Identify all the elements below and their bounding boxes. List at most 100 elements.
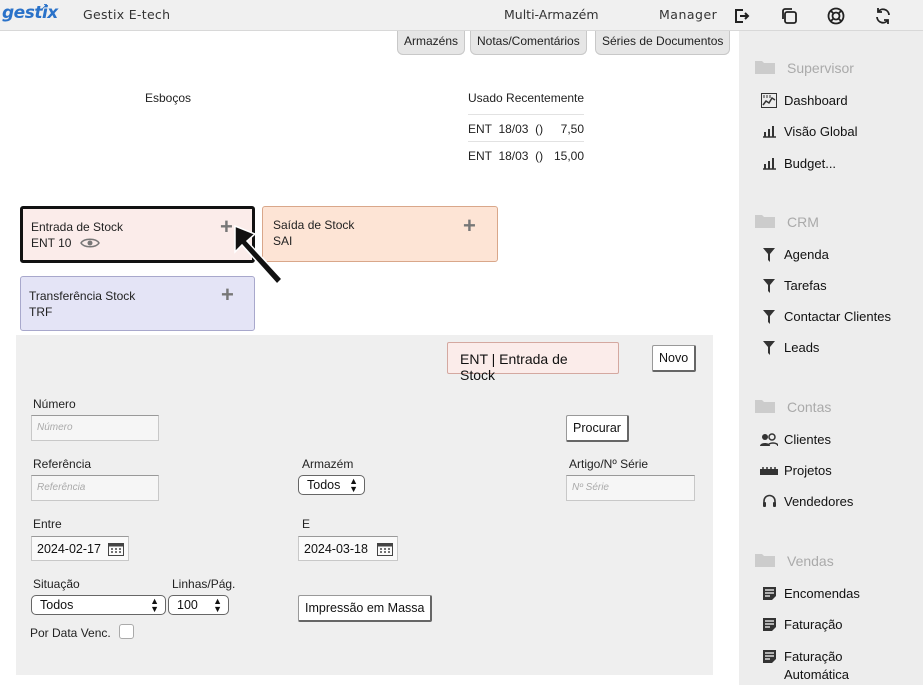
sidebar-item-label: Clientes bbox=[784, 432, 831, 447]
folder-icon bbox=[754, 58, 776, 78]
sidebar-item-agenda[interactable]: Agenda bbox=[760, 247, 829, 262]
top-bar: gestix ↗ Gestix E-tech Multi-Armazém Man… bbox=[0, 0, 923, 31]
gestix-logo[interactable]: gestix bbox=[2, 3, 58, 23]
users-icon bbox=[760, 433, 778, 446]
recent-title: Usado Recentemente bbox=[468, 91, 585, 105]
sidebar-section-title: Vendas bbox=[787, 553, 834, 569]
sidebar-item-label: Encomendas bbox=[784, 586, 860, 601]
sidebar-item-label: Dashboard bbox=[784, 93, 848, 108]
to-date-input[interactable]: 2024-03-18 bbox=[298, 536, 398, 561]
article-serial-label: Artigo/Nº Série bbox=[569, 457, 649, 471]
sidebar-section-supervisor[interactable]: Supervisor bbox=[754, 58, 854, 78]
sidebar-item-label: Budget... bbox=[784, 156, 837, 171]
filter-icon bbox=[760, 247, 778, 262]
due-date-label: Por Data Venc. bbox=[30, 626, 111, 640]
sidebar-item-vendedores[interactable]: Vendedores bbox=[760, 494, 853, 509]
sidebar-item-clientes[interactable]: Clientes bbox=[760, 432, 831, 447]
card-transferencia-stock[interactable]: Transferência Stock TRF + bbox=[20, 276, 255, 331]
filter-icon bbox=[760, 340, 778, 355]
sidebar-section-title: Contas bbox=[787, 399, 832, 415]
bar-chart-icon bbox=[760, 125, 778, 138]
sidebar-item-faturacao[interactable]: Faturação bbox=[760, 617, 843, 632]
recent-row-value: 15,00 bbox=[553, 149, 584, 163]
headset-icon bbox=[760, 494, 778, 509]
lines-per-page-label: Linhas/Pág. bbox=[172, 577, 236, 591]
bulk-print-button[interactable]: Impressão em Massa bbox=[298, 595, 433, 622]
user-name[interactable]: Manager bbox=[659, 7, 717, 22]
sidebar-item-label: Projetos bbox=[784, 463, 832, 478]
from-date-label: Entre bbox=[33, 517, 62, 531]
reference-input[interactable]: Referência bbox=[31, 475, 159, 501]
dashboard-chart-icon bbox=[760, 93, 778, 108]
sidebar-item-label: Agenda bbox=[784, 247, 829, 262]
card-code: TRF bbox=[29, 305, 53, 319]
document-icon bbox=[760, 587, 778, 600]
status-label: Situação bbox=[33, 577, 80, 591]
recent-row-value: 7,50 bbox=[560, 122, 584, 136]
sidebar-section-contas[interactable]: Contas bbox=[754, 397, 831, 417]
number-label: Número bbox=[33, 397, 76, 411]
logo-swoosh-icon: ↗ bbox=[40, 2, 49, 13]
sidebar-item-faturacao-automatica[interactable]: Faturação Automática bbox=[760, 648, 910, 684]
folder-icon bbox=[754, 212, 776, 232]
recent-row-text: ENT 18/03 () bbox=[468, 149, 544, 163]
sidebar-item-visao-global[interactable]: Visão Global bbox=[760, 124, 857, 139]
sidebar-item-label: Visão Global bbox=[784, 124, 858, 139]
add-saida-stock-icon[interactable]: + bbox=[463, 215, 476, 237]
calendar-icon[interactable] bbox=[108, 542, 124, 559]
card-code: SAI bbox=[273, 234, 293, 248]
sidebar-section-crm[interactable]: CRM bbox=[754, 212, 819, 232]
sidebar-item-projetos[interactable]: Projetos bbox=[760, 463, 832, 478]
lines-per-page-select[interactable]: 100 ▲ ▼ bbox=[168, 595, 229, 615]
search-button[interactable]: Procurar bbox=[566, 415, 629, 442]
number-input[interactable]: Número bbox=[31, 415, 159, 441]
sidebar-section-title: Supervisor bbox=[787, 60, 854, 76]
sidebar-item-tarefas[interactable]: Tarefas bbox=[760, 278, 827, 293]
help-lifebuoy-icon[interactable] bbox=[825, 5, 847, 27]
sidebar-section-title: CRM bbox=[787, 214, 819, 230]
sidebar-item-leads[interactable]: Leads bbox=[760, 340, 819, 355]
logout-icon[interactable] bbox=[731, 5, 753, 27]
card-saida-stock[interactable]: Saída de Stock SAI + bbox=[262, 206, 498, 262]
sidebar-item-encomendas[interactable]: Encomendas bbox=[760, 586, 860, 601]
due-date-checkbox[interactable] bbox=[119, 624, 134, 639]
calendar-icon[interactable] bbox=[377, 542, 393, 559]
warehouse-select[interactable]: Todos ▲ ▼ bbox=[298, 475, 365, 495]
pointer-arrow-icon bbox=[234, 224, 284, 286]
tab-armazens[interactable]: Armazéns bbox=[397, 31, 466, 55]
recent-row[interactable]: ENT 18/03 () 15,00 bbox=[468, 141, 584, 167]
article-serial-input[interactable]: Nº Série bbox=[566, 475, 695, 501]
to-date-value: 2024-03-18 bbox=[304, 542, 368, 556]
from-date-input[interactable]: 2024-02-17 bbox=[31, 536, 129, 561]
card-code: ENT 10 bbox=[31, 236, 72, 250]
sidebar-item-label: Contactar Clientes bbox=[784, 309, 891, 324]
sidebar-item-label: Leads bbox=[784, 340, 820, 355]
sidebar-item-budget[interactable]: Budget... bbox=[760, 156, 836, 171]
drafts-title: Esboços bbox=[145, 91, 192, 105]
copy-icon[interactable] bbox=[778, 5, 800, 27]
document-icon bbox=[760, 650, 778, 663]
folder-icon bbox=[754, 551, 776, 571]
new-button[interactable]: Novo bbox=[652, 345, 697, 372]
card-entrada-stock[interactable]: Entrada de Stock ENT 10 + bbox=[20, 206, 255, 263]
sidebar-item-contactar-clientes[interactable]: Contactar Clientes bbox=[760, 309, 891, 324]
mode-label[interactable]: Multi-Armazém bbox=[504, 7, 599, 22]
status-select[interactable]: Todos ▲ ▼ bbox=[31, 595, 166, 615]
sidebar-item-dashboard[interactable]: Dashboard bbox=[760, 93, 848, 108]
sidebar-item-label: Tarefas bbox=[784, 278, 827, 293]
lines-per-page-value: 100 bbox=[177, 598, 198, 612]
refresh-icon[interactable] bbox=[872, 5, 894, 27]
tab-series-documentos[interactable]: Séries de Documentos bbox=[595, 31, 731, 55]
tab-notas-comentarios[interactable]: Notas/Comentários bbox=[470, 31, 587, 55]
filter-icon bbox=[760, 278, 778, 293]
sidebar-item-label: Vendedores bbox=[784, 494, 854, 509]
company-name[interactable]: Gestix E-tech bbox=[83, 7, 170, 22]
select-arrows-icon: ▲ ▼ bbox=[150, 596, 159, 614]
recent-row[interactable]: ENT 18/03 () 7,50 bbox=[468, 114, 584, 140]
select-arrows-icon: ▲ ▼ bbox=[213, 596, 222, 614]
warehouse-select-value: Todos bbox=[307, 478, 341, 492]
sidebar-section-vendas[interactable]: Vendas bbox=[754, 551, 834, 571]
eye-icon[interactable] bbox=[80, 237, 101, 249]
card-title: Saída de Stock bbox=[273, 218, 355, 232]
filter-icon bbox=[760, 309, 778, 324]
